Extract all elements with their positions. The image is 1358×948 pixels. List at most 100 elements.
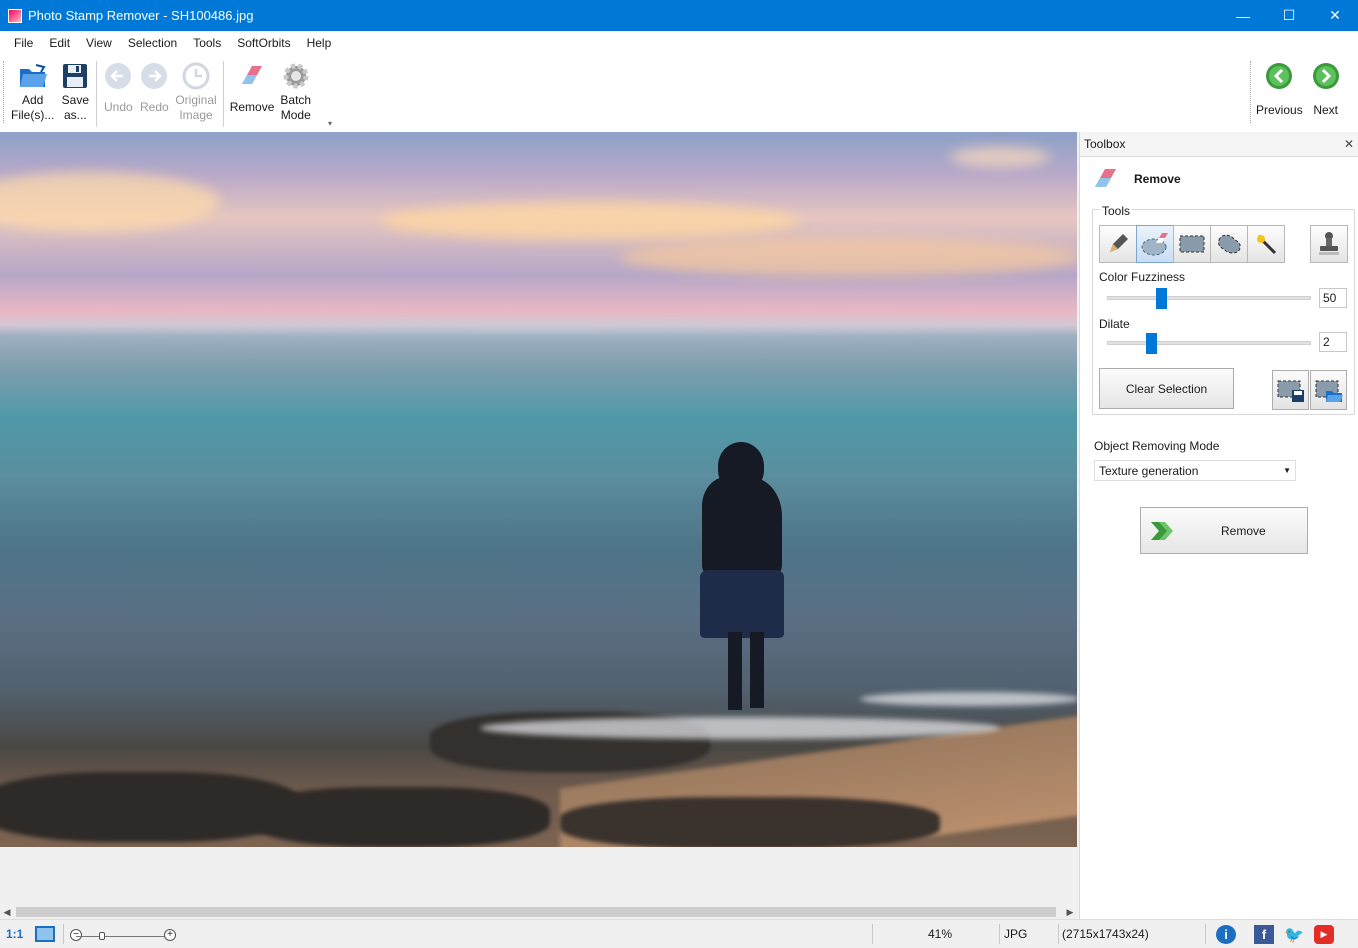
eraser-tool-button[interactable]	[1136, 225, 1174, 263]
scroll-thumb[interactable]	[16, 907, 1056, 917]
menu-selection[interactable]: Selection	[120, 36, 185, 50]
save-as-label-2: as...	[64, 108, 87, 122]
scroll-right-icon[interactable]: ▶	[1063, 905, 1077, 919]
rectangle-select-tool-button[interactable]	[1173, 225, 1211, 263]
remove-toolbar-button[interactable]: Remove	[227, 58, 278, 130]
eraser-selection-icon	[1141, 233, 1168, 256]
scroll-left-icon[interactable]: ◀	[0, 905, 14, 919]
original-image-label: Original	[175, 93, 217, 107]
facebook-icon[interactable]: f	[1254, 925, 1274, 944]
color-fuzziness-slider[interactable]	[1107, 288, 1311, 309]
zoom-slider[interactable]	[76, 936, 172, 937]
previous-label: Previous	[1256, 103, 1303, 117]
person-leg	[750, 632, 764, 708]
eraser-icon	[237, 61, 267, 91]
save-selection-icon	[1277, 380, 1304, 402]
eraser-icon	[1092, 165, 1120, 193]
horizon	[0, 322, 1077, 332]
load-selection-button[interactable]	[1310, 370, 1347, 410]
add-files-label-2: File(s)...	[11, 108, 55, 122]
horizontal-scrollbar[interactable]: ◀ ▶	[0, 905, 1077, 919]
toolbox-close-icon[interactable]: ✕	[1344, 137, 1354, 151]
magic-wand-tool-button[interactable]	[1247, 225, 1285, 263]
toolbar: Add File(s)... Save as... Undo Redo Orig…	[0, 55, 1358, 132]
toolbox-title: Remove	[1080, 159, 1358, 199]
previous-button[interactable]: Previous	[1254, 58, 1305, 130]
menu-view[interactable]: View	[78, 36, 120, 50]
save-as-button[interactable]: Save as...	[57, 58, 93, 130]
rectangle-select-icon	[1179, 235, 1205, 253]
menu-tools[interactable]: Tools	[185, 36, 229, 50]
status-bar: 1:1 − + 41% JPG (2715x1743x24) i f 🐦 ▶	[0, 919, 1358, 948]
status-separator	[999, 924, 1000, 944]
arrow-left-icon	[1264, 61, 1294, 91]
dilate-label: Dilate	[1099, 317, 1130, 331]
dilate-value[interactable]: 2	[1319, 332, 1347, 352]
tool-strip	[1099, 225, 1285, 263]
fit-to-window-icon[interactable]	[35, 926, 55, 942]
zoom-slider-thumb[interactable]	[99, 932, 105, 940]
image-canvas[interactable]	[0, 132, 1077, 847]
lasso-icon	[1218, 234, 1241, 254]
batch-mode-button[interactable]: Batch Mode	[277, 58, 314, 130]
person-skirt	[700, 570, 784, 638]
status-separator	[1058, 924, 1059, 944]
status-separator	[1205, 924, 1206, 944]
batch-mode-label: Batch	[280, 93, 312, 107]
removing-mode-label: Object Removing Mode	[1094, 439, 1220, 453]
original-image-button[interactable]: Original Image	[172, 58, 219, 130]
sky-glow	[950, 147, 1050, 167]
remove-button[interactable]: Remove	[1140, 507, 1308, 554]
next-button[interactable]: Next	[1305, 58, 1347, 130]
scroll-track[interactable]	[14, 907, 1063, 917]
toolbox-title-label: Remove	[1134, 172, 1181, 186]
clear-selection-button[interactable]: Clear Selection	[1099, 368, 1234, 409]
image-format: JPG	[1004, 927, 1028, 941]
dilate-slider[interactable]	[1107, 333, 1311, 354]
rock	[250, 787, 550, 847]
menu-softorbits[interactable]: SoftOrbits	[229, 36, 298, 50]
double-arrow-right-icon	[1151, 521, 1173, 540]
zoom-in-icon[interactable]: +	[164, 929, 176, 941]
arrow-right-icon	[1311, 61, 1341, 91]
color-fuzziness-thumb[interactable]	[1155, 288, 1167, 309]
tools-group-label: Tools	[1100, 204, 1133, 218]
chevron-down-icon: ▼	[1283, 466, 1291, 475]
minimize-button[interactable]: —	[1220, 0, 1266, 31]
menu-edit[interactable]: Edit	[41, 36, 78, 50]
dilate-thumb[interactable]	[1146, 333, 1158, 354]
wave-foam	[860, 692, 1077, 706]
canvas-empty-area	[0, 847, 1077, 905]
zoom-out-icon[interactable]: −	[70, 929, 82, 941]
actual-size-button[interactable]: 1:1	[6, 927, 23, 941]
toolbar-separator	[222, 61, 224, 127]
pencil-tool-button[interactable]	[1099, 225, 1137, 263]
removing-mode-select[interactable]: Texture generation ▼	[1094, 460, 1296, 481]
window-title: Photo Stamp Remover - SH100486.jpg	[28, 8, 254, 23]
save-selection-button[interactable]	[1272, 370, 1309, 410]
clear-selection-label: Clear Selection	[1125, 381, 1208, 396]
pencil-icon	[1110, 234, 1128, 252]
batch-mode-label-2: Mode	[280, 108, 311, 122]
stamp-tool-button[interactable]	[1310, 225, 1348, 263]
twitter-icon[interactable]: 🐦	[1284, 925, 1304, 944]
redo-button[interactable]: Redo	[136, 58, 172, 130]
original-image-label-2: Image	[179, 108, 213, 122]
info-icon[interactable]: i	[1216, 925, 1236, 944]
close-button[interactable]: ✕	[1312, 0, 1358, 31]
color-fuzziness-value[interactable]: 50	[1319, 288, 1347, 308]
add-files-label: Add	[21, 93, 44, 107]
remove-toolbar-label: Remove	[229, 100, 275, 114]
menu-file[interactable]: File	[6, 36, 41, 50]
maximize-button[interactable]: ☐	[1266, 0, 1312, 31]
toolbar-overflow-icon[interactable]: ▾	[328, 119, 332, 128]
folder-open-icon	[18, 61, 48, 91]
youtube-icon[interactable]: ▶	[1314, 925, 1334, 944]
undo-button[interactable]: Undo	[100, 58, 136, 130]
lasso-tool-button[interactable]	[1210, 225, 1248, 263]
add-files-button[interactable]: Add File(s)...	[8, 58, 57, 130]
app-icon	[8, 8, 22, 23]
undo-icon	[103, 61, 133, 91]
menu-help[interactable]: Help	[299, 36, 340, 50]
removing-mode-value: Texture generation	[1099, 463, 1199, 478]
